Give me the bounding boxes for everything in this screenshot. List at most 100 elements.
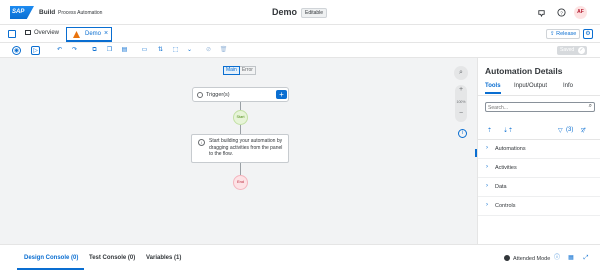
- category-automations[interactable]: › Automations: [478, 140, 600, 159]
- paste-icon[interactable]: ▤: [120, 46, 129, 55]
- calendar-icon[interactable]: ▦: [567, 254, 575, 262]
- console-bar: Design Console (0) Test Console (0) Vari…: [0, 244, 600, 271]
- info-icon[interactable]: ⓘ: [553, 254, 561, 262]
- sap-logo[interactable]: SAP: [10, 6, 34, 19]
- add-trigger-button[interactable]: +: [276, 90, 287, 99]
- hint-text: Start building your automation by draggi…: [209, 138, 283, 157]
- close-icon[interactable]: ×: [104, 30, 108, 37]
- tab-overview[interactable]: Overview: [25, 30, 59, 36]
- release-button[interactable]: ⇪ Release: [546, 29, 581, 39]
- unlink-icon[interactable]: ⊘: [204, 46, 213, 55]
- filter-icon[interactable]: ▽: [558, 127, 563, 134]
- cut-icon[interactable]: ⧉: [90, 46, 99, 55]
- editor-toolbar: ◉ ▷ ↶ ↷ ⧉ ❐ ▤ ▭ ⇅ ⬚ ⌄ ⊘ 🗑 Saved ✓: [0, 43, 600, 58]
- category-label: Automations: [495, 146, 526, 152]
- zoom-in-icon[interactable]: +: [455, 86, 467, 93]
- search-icon[interactable]: ⌕: [589, 103, 592, 110]
- automation-details-panel: Automation Details Tools Input/Output In…: [477, 58, 600, 244]
- chevron-right-icon: ›: [486, 183, 488, 189]
- tab-tools[interactable]: Tools: [485, 83, 501, 89]
- tab-info[interactable]: Info: [563, 83, 573, 89]
- collapse-all-icon[interactable]: ⇡: [487, 127, 492, 134]
- tab-overview-label: Overview: [34, 30, 60, 36]
- flow-segment-control: Main Error: [223, 66, 256, 75]
- info-icon: i: [198, 139, 205, 146]
- product-name: Process Automation: [58, 10, 103, 16]
- chevron-right-icon: ›: [486, 164, 488, 170]
- mode-label: Attended Mode: [513, 256, 551, 262]
- zoom-control: + 100% −: [455, 85, 467, 122]
- connector-line: [240, 163, 241, 175]
- category-data[interactable]: › Data: [478, 178, 600, 197]
- connector-line: [240, 125, 241, 134]
- undo-icon[interactable]: ↶: [55, 46, 64, 55]
- category-label: Activities: [495, 165, 517, 171]
- tools-search: ⌕: [485, 102, 595, 112]
- avatar[interactable]: AF: [574, 6, 587, 19]
- saved-label: Saved: [560, 47, 575, 53]
- category-controls[interactable]: › Controls: [478, 197, 600, 216]
- filter-count: (3): [566, 127, 574, 133]
- sort-icon[interactable]: ⇅: [156, 46, 165, 55]
- clear-filter-icon[interactable]: ▽̸: [581, 127, 586, 134]
- start-node: Start: [233, 110, 248, 125]
- shell-bar: SAP Build Process Automation Demo Editab…: [0, 0, 600, 25]
- tab-test-console[interactable]: Test Console (0): [89, 255, 135, 261]
- category-label: Data: [495, 184, 507, 190]
- empty-flow-hint: i Start building your automation by drag…: [191, 134, 289, 163]
- connector-line: [240, 102, 241, 110]
- brand-name: Build: [39, 9, 56, 16]
- delete-icon[interactable]: 🗑: [219, 46, 228, 55]
- expand-icon[interactable]: ⤢: [582, 254, 590, 262]
- active-tab-indicator: [485, 92, 501, 94]
- tab-demo-label: Demo: [85, 31, 102, 37]
- upload-icon: ⇪: [550, 31, 555, 37]
- redo-icon[interactable]: ↷: [70, 46, 79, 55]
- tab-design-console[interactable]: Design Console (0): [24, 255, 78, 261]
- frame-icon[interactable]: ⬚: [171, 46, 180, 55]
- attended-mode-toggle[interactable]: Attended Mode: [504, 255, 550, 262]
- zoom-out-icon[interactable]: −: [455, 110, 467, 117]
- active-tab-indicator: [17, 268, 84, 270]
- help-icon[interactable]: ?: [557, 8, 566, 17]
- flow-canvas[interactable]: Main Error Trigger(s) + Start i Start bu…: [0, 58, 478, 244]
- overview-icon: [25, 30, 31, 35]
- trigger-label: Trigger(s): [206, 92, 230, 98]
- run-icon[interactable]: ▷: [31, 46, 40, 55]
- chevron-right-icon: ›: [486, 202, 488, 208]
- segment-main[interactable]: Main: [223, 66, 240, 75]
- gear-icon: ⚙: [585, 31, 591, 37]
- canvas-info-icon[interactable]: i: [458, 129, 467, 138]
- editor-tabs-bar: Overview Demo ×: [0, 25, 600, 43]
- warning-icon: [73, 31, 80, 38]
- divider: [478, 95, 600, 96]
- release-label: Release: [556, 31, 577, 37]
- tab-variables[interactable]: Variables (1): [146, 255, 181, 261]
- zoom-search-icon[interactable]: ⌕: [454, 66, 468, 80]
- folder-icon[interactable]: ▭: [140, 46, 149, 55]
- tab-input-output[interactable]: Input/Output: [514, 83, 547, 89]
- saved-button[interactable]: Saved ✓: [557, 46, 587, 55]
- copy-icon[interactable]: ❐: [105, 46, 114, 55]
- end-node: End: [233, 175, 248, 190]
- chevron-right-icon: ›: [486, 145, 488, 151]
- chevron-down-icon[interactable]: ⌄: [185, 46, 194, 55]
- trigger-icon: [197, 92, 203, 98]
- settings-button[interactable]: ⚙: [583, 29, 593, 39]
- tab-demo[interactable]: Demo ×: [66, 27, 112, 42]
- mode-icon: [504, 255, 510, 261]
- segment-error[interactable]: Error: [239, 66, 256, 75]
- status-badge: Editable: [301, 8, 328, 18]
- panel-title: Automation Details: [485, 66, 563, 76]
- sort-icon[interactable]: ⇣⇡: [503, 127, 513, 134]
- check-icon: ✓: [578, 47, 585, 54]
- svg-text:?: ?: [560, 10, 563, 15]
- category-activities[interactable]: › Activities: [478, 159, 600, 178]
- project-title: Demo: [272, 7, 298, 17]
- notifications-icon[interactable]: [537, 8, 546, 18]
- category-label: Controls: [495, 203, 516, 209]
- search-input[interactable]: [488, 104, 578, 111]
- sidebar-toggle-icon[interactable]: [8, 30, 16, 38]
- trigger-node[interactable]: Trigger(s) +: [192, 87, 289, 102]
- debug-icon[interactable]: ◉: [12, 46, 21, 55]
